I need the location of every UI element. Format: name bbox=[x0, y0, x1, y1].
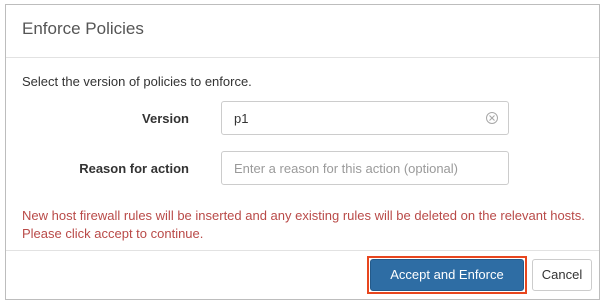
intro-text: Select the version of policies to enforc… bbox=[22, 74, 252, 89]
cancel-button[interactable]: Cancel bbox=[532, 259, 592, 291]
version-input[interactable] bbox=[222, 102, 508, 134]
enforce-policies-dialog: Enforce Policies Select the version of p… bbox=[5, 4, 600, 300]
reason-field[interactable] bbox=[221, 151, 509, 185]
dialog-footer: Accept and Enforce Cancel bbox=[6, 250, 599, 299]
reason-label: Reason for action bbox=[79, 161, 189, 176]
version-label: Version bbox=[142, 111, 189, 126]
warning-message: New host firewall rules will be inserted… bbox=[22, 208, 585, 241]
clear-circle-icon[interactable] bbox=[486, 112, 498, 124]
dialog-header: Enforce Policies bbox=[6, 5, 599, 58]
version-field[interactable] bbox=[221, 101, 509, 135]
reason-input[interactable] bbox=[222, 152, 508, 184]
accept-and-enforce-button[interactable]: Accept and Enforce bbox=[370, 259, 524, 291]
dialog-title: Enforce Policies bbox=[22, 19, 144, 38]
